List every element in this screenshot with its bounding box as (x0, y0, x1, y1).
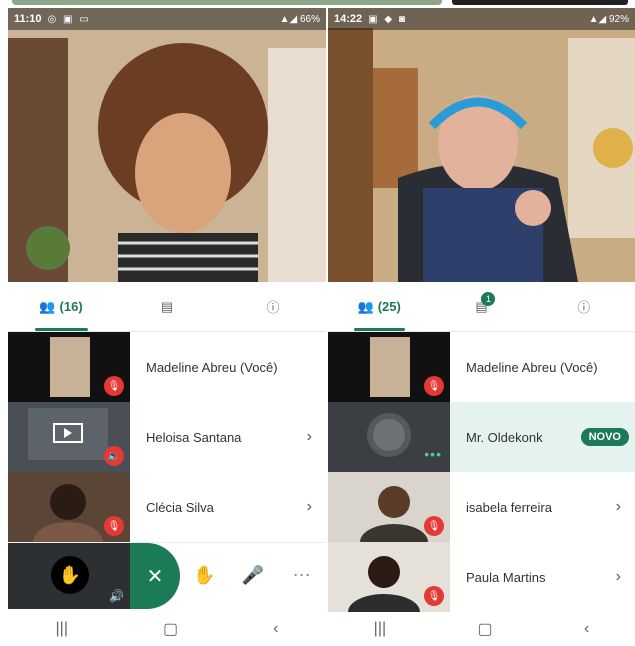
participant-name: isabela ferreira (466, 499, 552, 515)
mic-muted-icon: 🎙 (424, 376, 444, 396)
info-icon: ⓘ (266, 300, 280, 315)
battery-text: 92% (608, 13, 629, 25)
participant-list: 🎙 Madeline Abreu (Você) ••• Mr. Oldekonk… (328, 332, 635, 612)
participant-thumbnail: 🔈 (8, 402, 130, 472)
right-phone-screen: 14:22 ▣ ◆ ◙ ▲◢ 92% 👥 (25) ▤ 1 ⓘ 🎙 Madeli… (328, 8, 635, 646)
people-icon: 👥 (39, 298, 56, 314)
participant-thumbnail: 🎙 (328, 542, 450, 612)
status-bar: 14:22 ▣ ◆ ◙ ▲◢ 92% (328, 8, 635, 30)
new-participant-badge: NOVO (580, 428, 629, 446)
video-person-illustration (328, 8, 635, 282)
home-icon[interactable]: ▢ (163, 619, 178, 639)
chevron-right-icon[interactable]: › (616, 568, 621, 586)
meeting-tabs: 👥 (16) ▤ ⓘ (8, 282, 326, 332)
mute-mic-button[interactable]: 🎤 (229, 543, 278, 608)
left-phone-screen: 11:10 ◎ ▣ ▭ ▲◢ 66% 👥 (16) ▤ ⓘ 🎙 Madeline… (8, 8, 326, 646)
connecting-dots-icon: ••• (424, 446, 442, 462)
wallpaper-edge (12, 0, 442, 5)
raise-hand-button[interactable]: ✋ (180, 543, 229, 608)
main-video-feed[interactable] (8, 8, 326, 282)
home-icon[interactable]: ▢ (478, 619, 493, 639)
chevron-right-icon[interactable]: › (616, 498, 621, 516)
video-person-illustration (8, 8, 326, 282)
people-icon: 👥 (357, 298, 374, 314)
thumbnail-person (50, 337, 90, 397)
status-battery: ▲◢ 66% (279, 13, 320, 25)
android-nav-bar: ||| ▢ ‹ (8, 612, 326, 646)
back-icon[interactable]: ‹ (273, 620, 278, 638)
participants-count: (25) (377, 299, 401, 314)
status-time: 11:10 (14, 13, 42, 25)
participant-row[interactable]: 🎙 isabela ferreira › (328, 472, 635, 542)
speaker-muted-icon: 🔈 (104, 446, 124, 466)
chevron-right-icon[interactable]: › (307, 428, 312, 446)
tab-participants[interactable]: 👥 (25) (328, 282, 430, 331)
hand-icon: ✋ (193, 565, 216, 585)
close-controls-button[interactable]: ✕ (130, 543, 180, 609)
participants-count: (16) (59, 299, 83, 314)
participant-thumbnail: 🎙 (8, 472, 130, 542)
tab-participants[interactable]: 👥 (16) (8, 282, 114, 331)
mic-off-icon: 🎤 (241, 565, 265, 585)
participant-thumbnail: 🎙 (8, 332, 130, 402)
chat-unread-badge: 1 (481, 292, 496, 306)
more-icon: ⋯ (292, 565, 311, 585)
tab-chat[interactable]: ▤ (114, 282, 220, 331)
thumbnail-person (370, 337, 410, 397)
participant-row[interactable]: 🔈 Heloisa Santana › (8, 402, 326, 472)
participant-row[interactable]: ••• Mr. Oldekonk NOVO (328, 402, 635, 472)
recent-apps-icon[interactable]: ||| (374, 620, 386, 638)
info-icon: ⓘ (577, 300, 591, 315)
participant-name: Paula Martins (466, 569, 546, 585)
mic-muted-icon: 🎙 (104, 516, 124, 536)
participant-name: Madeline Abreu (Você) (466, 359, 598, 375)
recent-apps-icon[interactable]: ||| (56, 620, 68, 638)
status-battery: ▲◢ 92% (588, 13, 629, 25)
back-icon[interactable]: ‹ (584, 620, 589, 638)
top-strip (0, 0, 635, 8)
participant-thumbnail: ••• (328, 402, 450, 472)
participant-row[interactable]: 🎙 Clécia Silva › (8, 472, 326, 542)
dark-edge (452, 0, 628, 5)
notification-icons: ◎ ▣ ▭ (47, 13, 91, 25)
tab-chat[interactable]: ▤ 1 (430, 282, 532, 331)
self-avatar: ✋ (51, 556, 89, 594)
participant-name: Madeline Abreu (Você) (146, 359, 278, 375)
participant-thumbnail: 🎙 (328, 332, 450, 402)
participant-list: 🎙 Madeline Abreu (Você) 🔈 Heloisa Santan… (8, 332, 326, 542)
meeting-tabs: 👥 (25) ▤ 1 ⓘ (328, 282, 635, 332)
main-video-feed[interactable] (328, 8, 635, 282)
android-nav-bar: ||| ▢ ‹ (328, 612, 635, 646)
notification-icons: ▣ ◆ ◙ (368, 13, 407, 25)
tab-info[interactable]: ⓘ (220, 282, 326, 331)
mic-muted-icon: 🎙 (424, 586, 444, 606)
chevron-right-icon[interactable]: › (307, 498, 312, 516)
self-view[interactable]: ✋ 🔊 (8, 543, 130, 609)
participant-name: Clécia Silva (146, 499, 214, 515)
hand-icon: ✋ (58, 564, 82, 585)
participant-row[interactable]: 🎙 Madeline Abreu (Você) (8, 332, 326, 402)
call-controls: ✋ 🔊 ✕ ✋ 🎤 ⋯ (8, 542, 326, 609)
more-options-button[interactable]: ⋯ (277, 543, 326, 608)
mic-muted-icon: 🎙 (424, 516, 444, 536)
status-time: 14:22 (334, 13, 363, 25)
battery-text: 66% (299, 13, 320, 25)
mic-muted-icon: 🎙 (104, 376, 124, 396)
participant-name: Mr. Oldekonk (466, 429, 543, 445)
participant-row[interactable]: 🎙 Paula Martins › (328, 542, 635, 612)
participant-thumbnail: 🎙 (328, 472, 450, 542)
chat-icon: ▤ (160, 298, 174, 314)
participant-name: Heloisa Santana (146, 429, 242, 445)
volume-icon: 🔊 (109, 589, 124, 603)
tab-info[interactable]: ⓘ (533, 282, 635, 331)
status-bar: 11:10 ◎ ▣ ▭ ▲◢ 66% (8, 8, 326, 30)
participant-row[interactable]: 🎙 Madeline Abreu (Você) (328, 332, 635, 402)
